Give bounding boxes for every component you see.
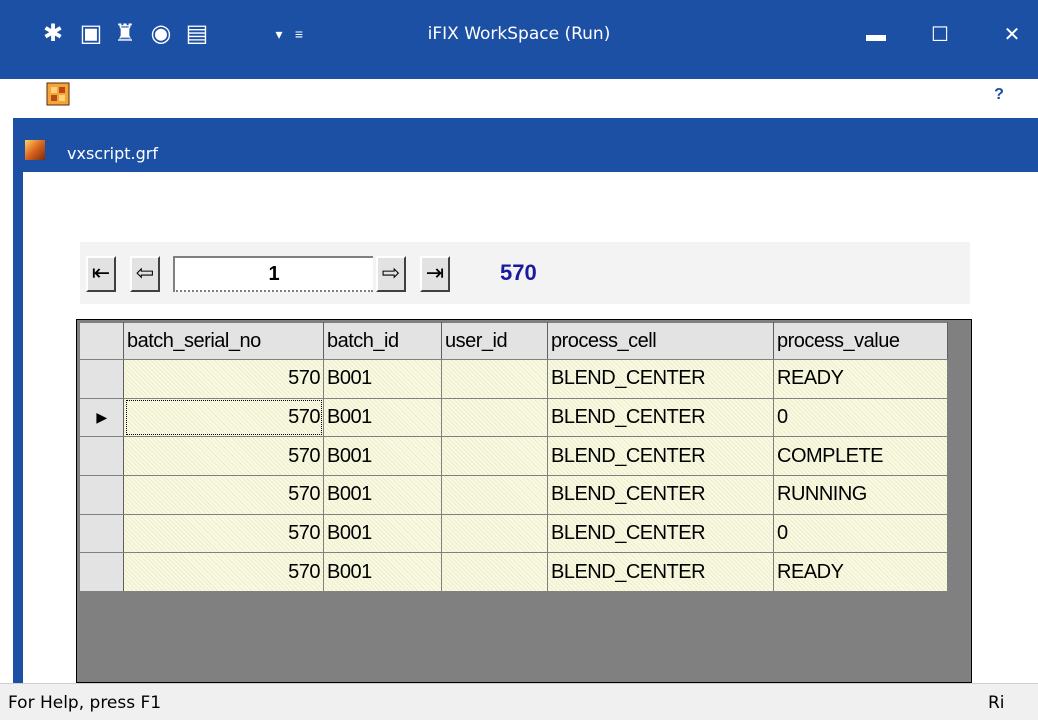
grid-cell[interactable] — [441, 552, 548, 592]
column-header[interactable]: user_id — [441, 322, 548, 360]
grid-cell[interactable]: B001 — [323, 552, 442, 592]
status-bar: For Help, press F1 Ri — [0, 683, 1038, 720]
grid-cell[interactable]: RUNNING — [773, 474, 948, 515]
grid-cell[interactable]: B001 — [323, 436, 442, 476]
row-selector[interactable] — [79, 513, 124, 554]
first-record-button[interactable]: ⇤ — [86, 256, 116, 292]
grid-cell[interactable]: READY — [773, 359, 948, 399]
row-selector[interactable] — [79, 359, 124, 399]
grid-cell[interactable]: 570 — [123, 552, 324, 592]
first-record-icon: ⇤ — [91, 260, 111, 285]
record-count: 570 — [500, 260, 537, 285]
previous-record-icon: ⇦ — [135, 260, 155, 285]
grid-cell[interactable] — [441, 436, 548, 476]
next-record-icon: ⇨ — [381, 260, 401, 285]
grid-cell[interactable]: 570 — [123, 359, 324, 399]
title-bar: ✱ ▣ ♜ ◉ ▤ ▾ ≡ iFIX WorkSpace (Run) ▬ ☐ ✕ — [0, 0, 1038, 79]
previous-record-button[interactable]: ⇦ — [130, 256, 160, 292]
document-icon — [25, 140, 45, 160]
grid-cell[interactable] — [441, 474, 548, 515]
grid-cell[interactable] — [441, 397, 548, 438]
table-row[interactable]: 570 B001 BLEND_CENTER RUNNING — [79, 474, 948, 515]
grid-cell[interactable]: BLEND_CENTER — [547, 513, 774, 554]
last-record-icon: ⇥ — [425, 260, 445, 285]
help-icon[interactable]: ? — [985, 79, 1023, 111]
grid-cell[interactable]: READY — [773, 552, 948, 592]
grid-cell[interactable]: B001 — [323, 513, 442, 554]
app-menu-icon — [46, 82, 89, 106]
data-grid[interactable]: batch_serial_no batch_id user_id process… — [76, 319, 972, 683]
grid-cell[interactable]: B001 — [323, 359, 442, 399]
help-circle-icon: ? — [988, 82, 1021, 104]
column-header[interactable]: batch_id — [323, 322, 442, 360]
table-row[interactable]: 570 B001 BLEND_CENTER READY — [79, 359, 948, 399]
maximize-button[interactable]: ☐ — [916, 18, 964, 52]
grid-cell[interactable]: 0 — [773, 397, 948, 438]
grid-cell[interactable]: B001 — [323, 397, 442, 438]
document-title: vxscript.grf — [67, 144, 158, 163]
document-title-bar: vxscript.grf — [25, 130, 1038, 170]
grid-cell[interactable]: 570 — [123, 397, 324, 438]
next-record-button[interactable]: ⇨ — [376, 256, 406, 292]
tab-historical[interactable]: Historical — [163, 84, 255, 104]
table-row[interactable]: 570 B001 BLEND_CENTER 0 — [79, 513, 948, 554]
grid-cell[interactable]: 570 — [123, 436, 324, 476]
svg-text:?: ? — [994, 86, 1004, 103]
grid-cell[interactable]: BLEND_CENTER — [547, 397, 774, 438]
table-row[interactable]: ▶ 570 B001 BLEND_CENTER 0 — [79, 397, 948, 438]
row-selector[interactable] — [79, 436, 124, 476]
grid-cell[interactable] — [441, 359, 548, 399]
grid-cell[interactable]: B001 — [323, 474, 442, 515]
grid-cell[interactable]: BLEND_CENTER — [547, 359, 774, 399]
column-header[interactable]: process_cell — [547, 322, 774, 360]
row-selector[interactable] — [79, 552, 124, 592]
grid-cell[interactable]: 570 — [123, 513, 324, 554]
grid-corner[interactable] — [79, 322, 124, 360]
grid-cell[interactable]: BLEND_CENTER — [547, 552, 774, 592]
grid-cell[interactable]: 0 — [773, 513, 948, 554]
minimize-button[interactable]: ▬ — [852, 18, 900, 52]
grid-cell[interactable]: BLEND_CENTER — [547, 436, 774, 476]
row-selector[interactable] — [79, 474, 124, 515]
status-indicator: Ri — [988, 693, 1005, 713]
column-header[interactable]: batch_serial_no — [123, 322, 324, 360]
current-record-field[interactable]: 1 — [173, 256, 373, 292]
grid-cell[interactable]: 570 — [123, 474, 324, 515]
table-row[interactable]: 570 B001 BLEND_CENTER COMPLETE — [79, 436, 948, 476]
close-button[interactable]: ✕ — [988, 18, 1036, 52]
row-selector[interactable]: ▶ — [79, 397, 124, 438]
application-menu-button[interactable] — [45, 80, 101, 110]
grid-cell[interactable] — [441, 513, 548, 554]
grid-cell[interactable]: COMPLETE — [773, 436, 948, 476]
table-row[interactable]: 570 B001 BLEND_CENTER READY — [79, 552, 948, 592]
last-record-button[interactable]: ⇥ — [420, 256, 450, 292]
current-row-icon: ▶ — [96, 408, 107, 425]
grid-table: batch_serial_no batch_id user_id process… — [79, 322, 948, 592]
grid-header-row: batch_serial_no batch_id user_id process… — [79, 322, 948, 360]
status-text: For Help, press F1 — [8, 693, 162, 713]
grid-cell[interactable]: BLEND_CENTER — [547, 474, 774, 515]
column-header[interactable]: process_value — [773, 322, 948, 360]
